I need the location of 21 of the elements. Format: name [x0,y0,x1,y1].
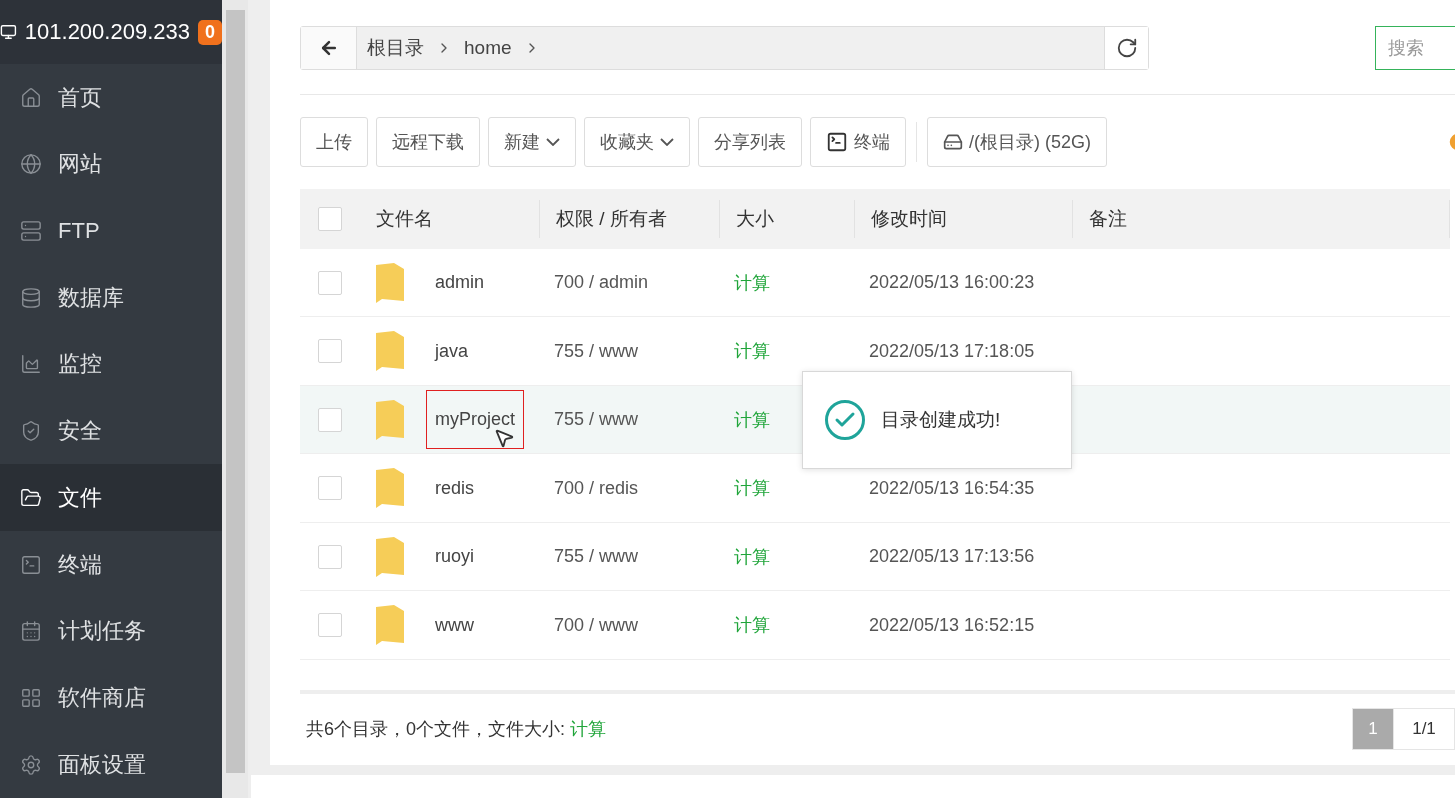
column-header: 大小 [720,199,855,238]
toast-message: 目录创建成功! [881,408,1001,432]
modified-time: 2022/05/13 16:00:23 [869,272,1035,293]
column-header: 备注 [1073,199,1450,238]
permission-cell: 700 / redis [554,477,639,499]
page-count: 1/1 [1394,708,1455,751]
modified-time: 2022/05/13 17:18:05 [869,340,1035,362]
column-header: 权限 / 所有者 [540,199,720,238]
modified-time: 2022/05/13 17:13:56 [869,546,1035,567]
modified-time: 2022/05/13 16:54:35 [869,477,1035,499]
column-header: 文件名 [360,199,540,238]
permission-cell: 755 / www [554,546,639,567]
notification-badge: 0 [198,19,222,45]
permission-cell: 700 / admin [554,272,649,293]
modified-time: 2022/05/13 16:52:15 [869,614,1035,636]
column-header: 修改时间 [855,199,1073,238]
server-address: 101.200.209.233 [24,19,190,46]
permission-cell: 755 / www [554,409,639,430]
permission-cell: 700 / www [554,614,639,636]
summary-text: 共6个目录，0个文件，文件大小: 计算 [306,718,607,742]
permission-cell: 755 / www [554,340,639,362]
